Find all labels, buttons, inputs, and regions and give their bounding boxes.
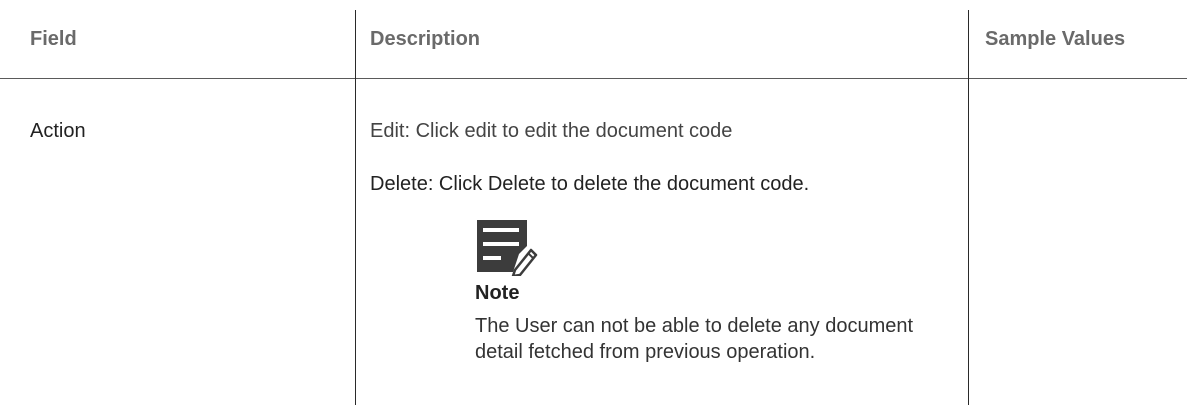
column-header-sample-values: Sample Values xyxy=(985,28,1126,50)
description-delete-text: Delete: Click Delete to delete the docum… xyxy=(370,173,810,195)
column-divider xyxy=(968,78,969,405)
column-divider xyxy=(968,10,969,78)
note-title: Note xyxy=(475,282,520,304)
note-body: The User can not be able to delete any d… xyxy=(475,315,914,363)
column-divider xyxy=(355,78,356,405)
table-header-row: Field Description Sample Values xyxy=(0,0,1187,79)
field-cell: Action xyxy=(30,120,86,142)
note-edit-icon xyxy=(475,220,539,278)
description-edit-text: Edit: Click edit to edit the document co… xyxy=(370,120,733,142)
column-header-description: Description xyxy=(370,28,481,50)
document-table: Field Description Sample Values Action E… xyxy=(0,0,1187,405)
column-divider xyxy=(355,10,356,78)
column-header-field: Field xyxy=(30,28,77,50)
